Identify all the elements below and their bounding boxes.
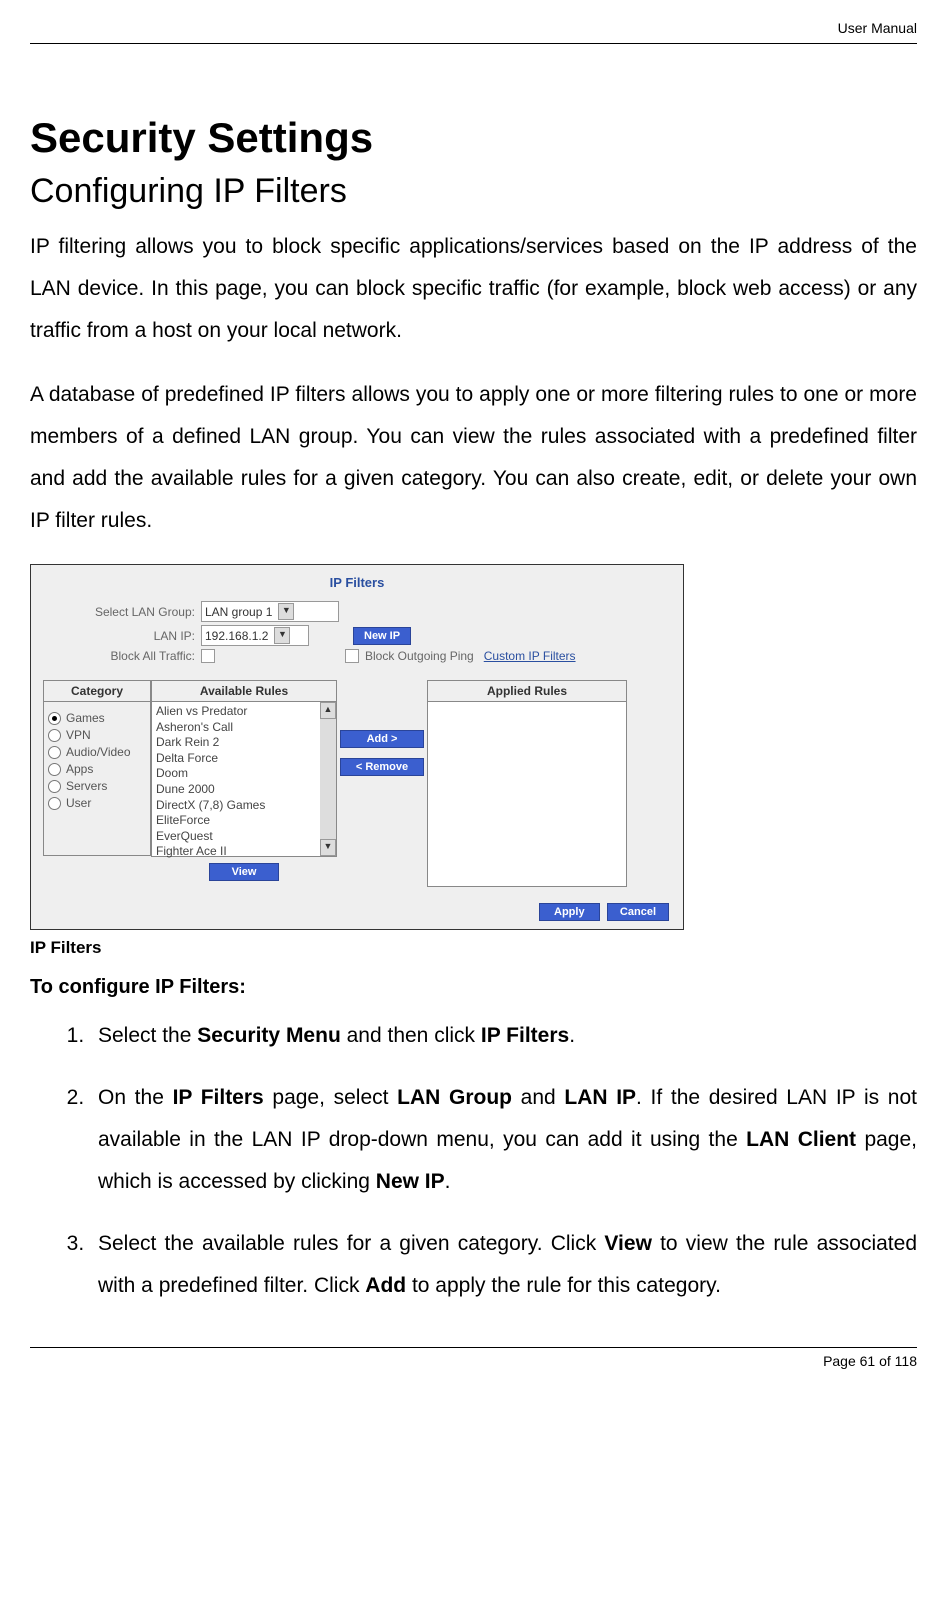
label-block-all: Block All Traffic: — [43, 649, 201, 663]
rule-item[interactable]: Asheron's Call — [156, 720, 316, 736]
rule-item[interactable]: EliteForce — [156, 813, 316, 829]
category-header: Category — [43, 680, 151, 702]
radio-category[interactable]: Servers — [48, 779, 146, 793]
step-2: On the IP Filters page, select LAN Group… — [90, 1077, 917, 1203]
scroll-up-icon[interactable]: ▲ — [320, 702, 336, 719]
rule-item[interactable]: Dark Rein 2 — [156, 735, 316, 751]
custom-ip-filters-link[interactable]: Custom IP Filters — [484, 649, 576, 663]
page-subtitle: Configuring IP Filters — [30, 172, 917, 211]
cat-label-5: User — [66, 796, 91, 810]
cat-label-2: Audio/Video — [66, 745, 131, 759]
paragraph-1: IP filtering allows you to block specifi… — [30, 226, 917, 352]
screenshot-caption: IP Filters — [30, 938, 917, 958]
header-label: User Manual — [30, 20, 917, 41]
page-title: Security Settings — [30, 114, 917, 162]
select-lan-group-value: LAN group 1 — [205, 605, 272, 619]
remove-button[interactable]: < Remove — [340, 758, 424, 776]
applied-rules-listbox[interactable] — [427, 702, 627, 887]
radio-category[interactable]: User — [48, 796, 146, 810]
paragraph-2: A database of predefined IP filters allo… — [30, 374, 917, 542]
radio-category[interactable]: Audio/Video — [48, 745, 146, 759]
rule-item[interactable]: Doom — [156, 766, 316, 782]
rule-item[interactable]: DirectX (7,8) Games — [156, 798, 316, 814]
radio-category[interactable]: VPN — [48, 728, 146, 742]
ip-filters-screenshot: IP Filters Select LAN Group: LAN group 1… — [30, 564, 684, 930]
scrollbar[interactable]: ▲ ▼ — [320, 702, 336, 856]
header-rule — [30, 43, 917, 44]
label-select-lan-group: Select LAN Group: — [43, 605, 201, 619]
available-rules-listbox[interactable]: Alien vs Predator Asheron's Call Dark Re… — [151, 702, 337, 857]
rule-item[interactable]: Delta Force — [156, 751, 316, 767]
select-lan-group[interactable]: LAN group 1 ▼ — [201, 601, 339, 622]
rule-item[interactable]: EverQuest — [156, 829, 316, 845]
chevron-down-icon: ▼ — [278, 603, 294, 620]
cat-label-3: Apps — [66, 762, 93, 776]
cat-label-4: Servers — [66, 779, 107, 793]
footer-rule — [30, 1347, 917, 1348]
select-lan-ip[interactable]: 192.168.1.2 ▼ — [201, 625, 309, 646]
ss-title: IP Filters — [31, 565, 683, 598]
available-rules-header: Available Rules — [151, 680, 337, 702]
rule-item[interactable]: Alien vs Predator — [156, 704, 316, 720]
new-ip-button[interactable]: New IP — [353, 627, 411, 645]
cancel-button[interactable]: Cancel — [607, 903, 669, 921]
radio-category[interactable]: Apps — [48, 762, 146, 776]
steps-title: To configure IP Filters: — [30, 976, 917, 999]
apply-button[interactable]: Apply — [539, 903, 600, 921]
cat-label-0: Games — [66, 711, 105, 725]
label-lan-ip: LAN IP: — [43, 629, 201, 643]
radio-category[interactable]: Games — [48, 711, 146, 725]
checkbox-block-ping[interactable] — [345, 649, 359, 663]
select-lan-ip-value: 192.168.1.2 — [205, 629, 268, 643]
applied-rules-header: Applied Rules — [427, 680, 627, 702]
footer-label: Page 61 of 118 — [30, 1353, 917, 1369]
rule-item[interactable]: Dune 2000 — [156, 782, 316, 798]
step-1: Select the Security Menu and then click … — [90, 1015, 917, 1057]
cat-label-1: VPN — [66, 728, 91, 742]
step-3: Select the available rules for a given c… — [90, 1223, 917, 1307]
chevron-down-icon: ▼ — [274, 627, 290, 644]
add-button[interactable]: Add > — [340, 730, 424, 748]
label-block-ping: Block Outgoing Ping — [365, 649, 474, 663]
scroll-down-icon[interactable]: ▼ — [320, 839, 336, 856]
checkbox-block-all[interactable] — [201, 649, 215, 663]
rule-item[interactable]: Fighter Ace II — [156, 844, 316, 860]
view-button[interactable]: View — [209, 863, 280, 881]
